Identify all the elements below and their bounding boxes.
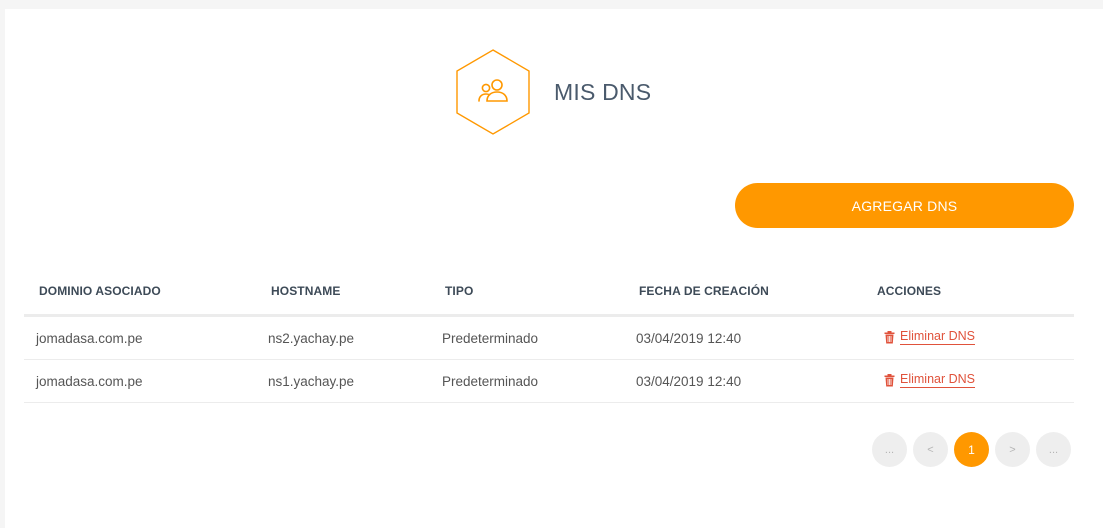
cell-hostname: ns1.yachay.pe [268,374,355,389]
column-header-hostname: HOSTNAME [271,284,341,298]
page-title: MIS DNS [554,78,652,105]
dns-table: DOMINIO ASOCIADO HOSTNAME TIPO FECHA DE … [24,270,1074,403]
column-header-domain: DOMINIO ASOCIADO [39,284,161,298]
cell-hostname: ns2.yachay.pe [268,331,355,346]
table-row: jomadasa.com.pe ns2.yachay.pe Predetermi… [24,317,1074,360]
cell-actions: Eliminar DNS [884,372,976,390]
column-header-actions: ACCIONES [877,284,942,298]
cell-domain: jomadasa.com.pe [36,331,143,346]
pagination-page-1[interactable]: 1 [954,432,989,467]
table-header: DOMINIO ASOCIADO HOSTNAME TIPO FECHA DE … [24,270,1074,317]
pagination-last[interactable]: ... [1036,432,1071,467]
delete-dns-label: Eliminar DNS [900,329,976,345]
users-icon [478,79,508,102]
column-header-type: TIPO [445,284,474,298]
pagination-first[interactable]: ... [872,432,907,467]
page-header: MIS DNS [455,49,651,135]
cell-created: 03/04/2019 12:40 [636,331,742,346]
column-header-created: FECHA DE CREACIÓN [639,284,769,298]
delete-dns-link[interactable]: Eliminar DNS [884,329,976,345]
table-row: jomadasa.com.pe ns1.yachay.pe Predetermi… [24,360,1074,403]
hexagon-frame [456,49,530,135]
cell-type: Predeterminado [442,374,539,389]
cell-created: 03/04/2019 12:40 [636,374,742,389]
add-dns-button[interactable]: AGREGAR DNS [735,183,1074,228]
pagination: ... < 1 > ... [872,432,1071,467]
pagination-next[interactable]: > [995,432,1030,467]
cell-actions: Eliminar DNS [884,329,976,347]
cell-type: Predeterminado [442,331,539,346]
trash-icon [884,330,895,343]
trash-icon [884,373,895,386]
delete-dns-link[interactable]: Eliminar DNS [884,372,976,388]
header-hexagon [455,49,531,135]
pagination-prev[interactable]: < [913,432,948,467]
delete-dns-label: Eliminar DNS [900,372,976,388]
cell-domain: jomadasa.com.pe [36,374,143,389]
